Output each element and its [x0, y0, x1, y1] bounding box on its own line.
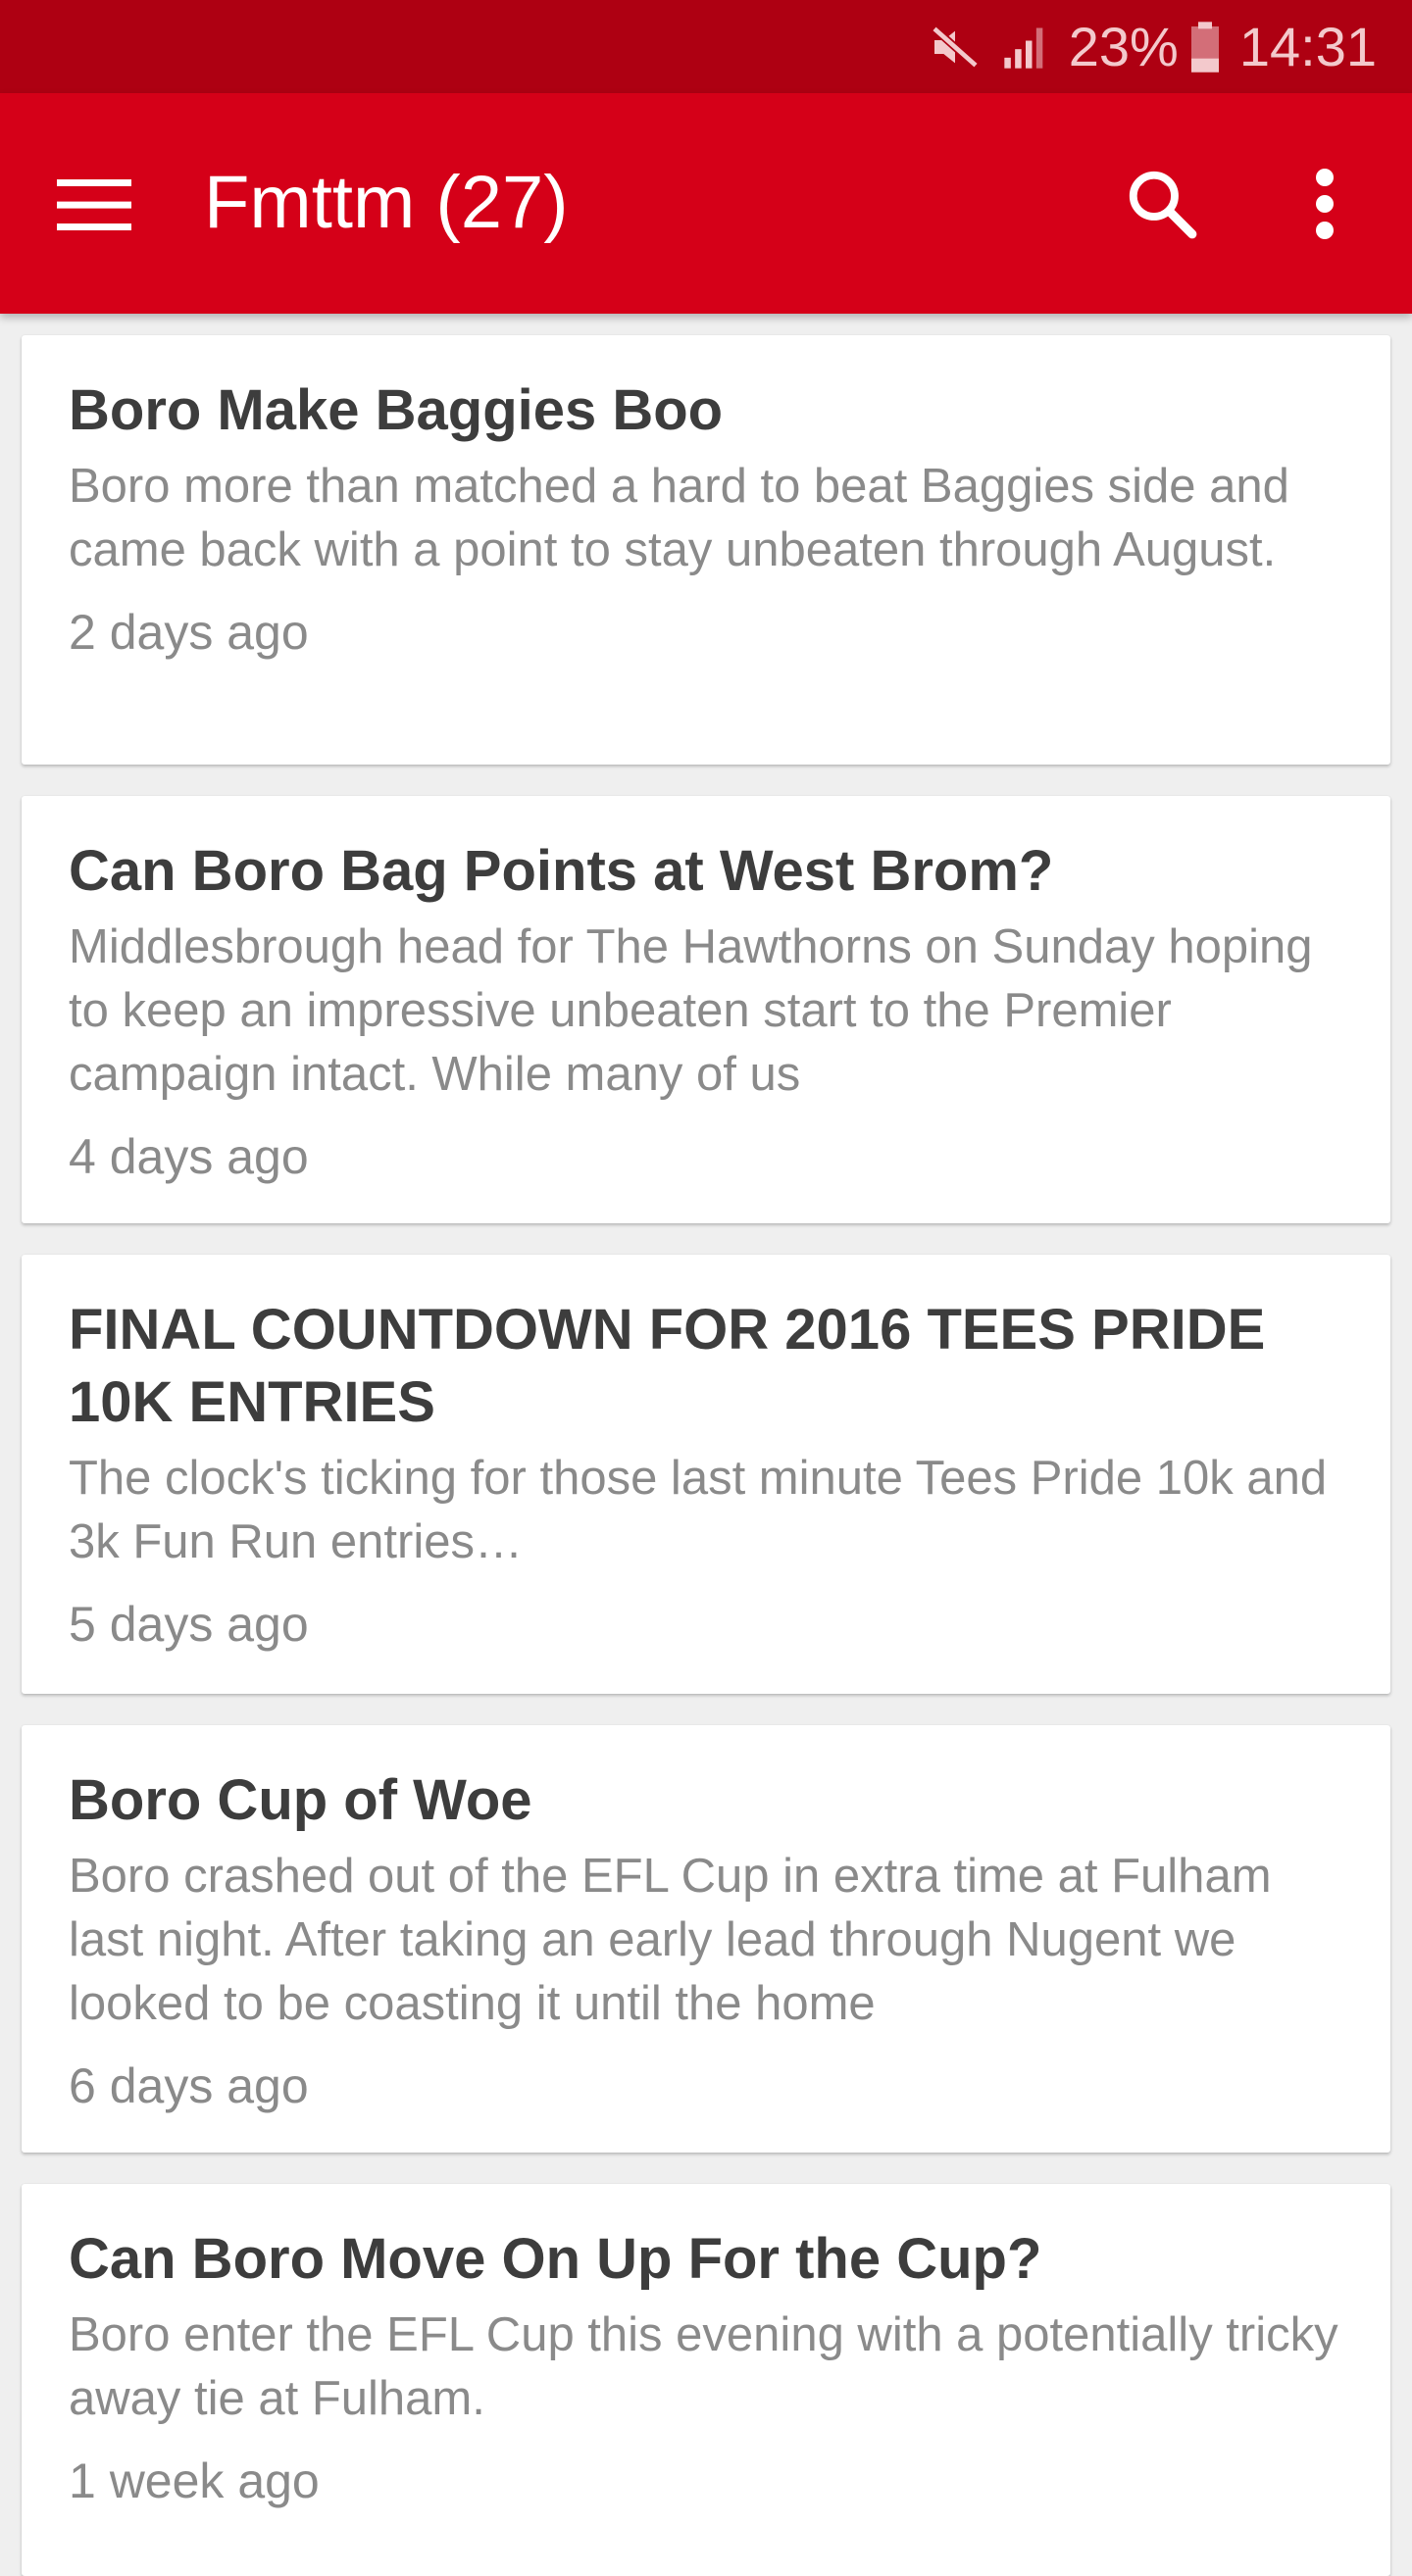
status-bar: 23% 14:31 [0, 0, 1412, 93]
article-excerpt: The clock's ticking for those last minut… [69, 1452, 1328, 1568]
article-card[interactable]: Boro Cup of Woe Boro crashed out of the … [22, 1725, 1390, 2153]
battery-percent: 23% [1068, 16, 1179, 77]
menu-icon [57, 179, 131, 230]
search-button[interactable] [1108, 150, 1216, 258]
article-title: Can Boro Bag Points at West Brom? [69, 839, 1054, 903]
article-title: Can Boro Move On Up For the Cup? [69, 2227, 1042, 2291]
search-icon [1129, 171, 1197, 239]
article-title: Boro Make Baggies Boo [69, 378, 724, 442]
article-time: 1 week ago [69, 2453, 320, 2508]
article-card[interactable]: Boro Make Baggies Boo Boro more than mat… [22, 335, 1390, 765]
article-title: Boro Cup of Woe [69, 1768, 532, 1832]
article-title: FINAL COUNTDOWN FOR 2016 TEES PRIDE 10K … [69, 1298, 1266, 1434]
menu-button[interactable] [41, 152, 147, 258]
mute-icon [928, 20, 983, 74]
article-excerpt: Boro crashed out of the EFL Cup in extra… [69, 1850, 1272, 2030]
signal-icon [1000, 22, 1051, 73]
article-card[interactable]: FINAL COUNTDOWN FOR 2016 TEES PRIDE 10K … [22, 1255, 1390, 1694]
battery-icon [1188, 20, 1222, 74]
article-card[interactable]: Can Boro Move On Up For the Cup? Boro en… [22, 2184, 1390, 2576]
more-options-button[interactable] [1271, 150, 1379, 258]
article-time: 4 days ago [69, 1129, 309, 1184]
page-title: Fmttm (27) [204, 161, 569, 244]
app-bar: Fmttm (27) [0, 93, 1412, 314]
more-vert-icon [1316, 169, 1334, 239]
article-time: 2 days ago [69, 605, 309, 660]
article-excerpt: Boro enter the EFL Cup this evening with… [69, 2308, 1338, 2425]
article-time: 6 days ago [69, 2058, 309, 2113]
article-time: 5 days ago [69, 1597, 309, 1652]
clock: 14:31 [1238, 16, 1377, 77]
article-excerpt: Middlesbrough head for The Hawthorns on … [69, 920, 1313, 1101]
article-excerpt: Boro more than matched a hard to beat Ba… [69, 460, 1289, 576]
article-card[interactable]: Can Boro Bag Points at West Brom? Middle… [22, 796, 1390, 1223]
